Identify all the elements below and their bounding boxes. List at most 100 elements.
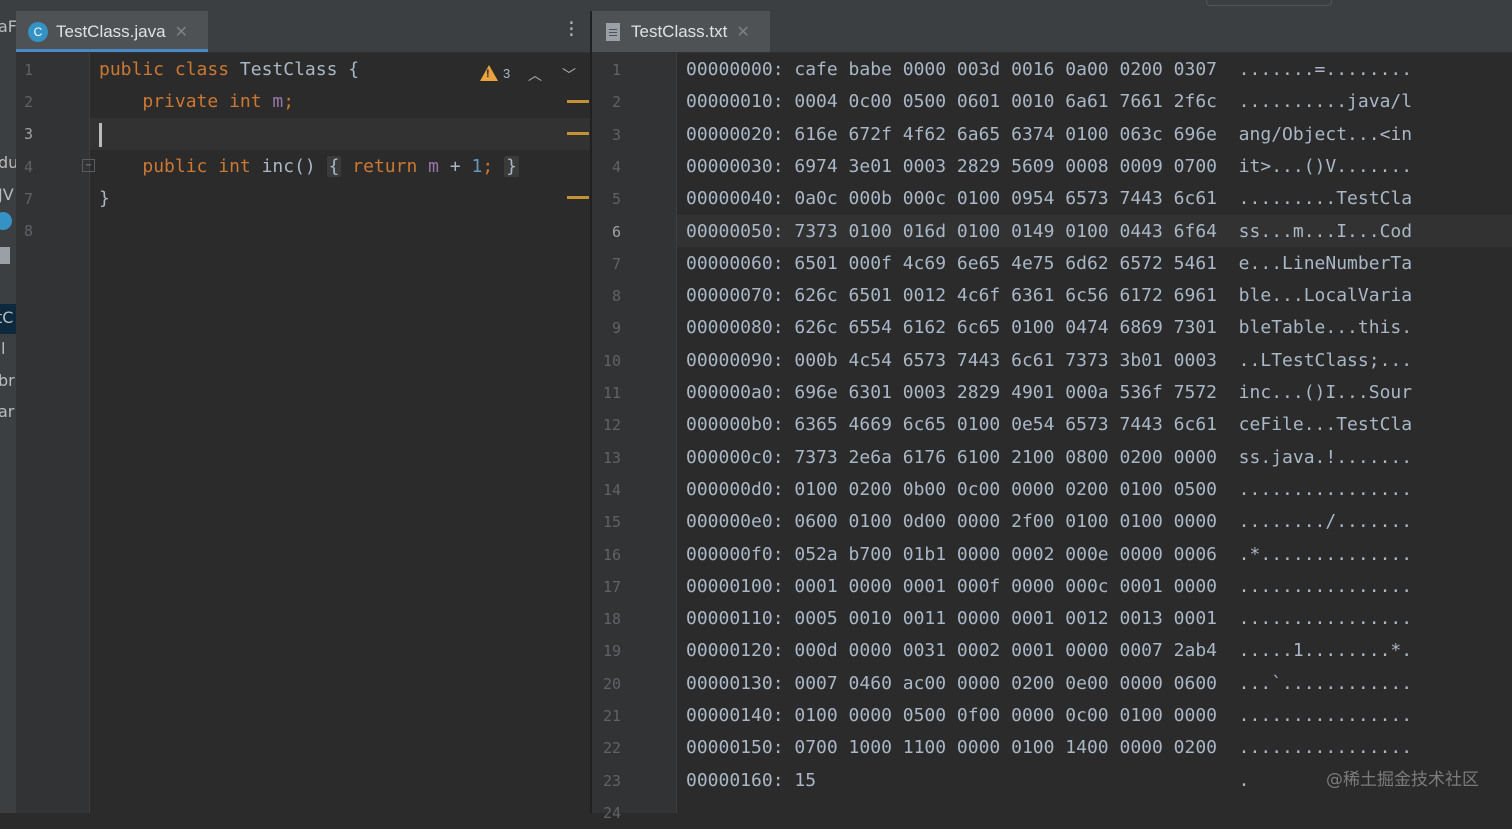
code-token: m <box>272 91 284 112</box>
line-number: 15 <box>602 513 621 532</box>
code-token: ; <box>283 91 295 112</box>
warning-stripe-marker[interactable] <box>567 100 589 103</box>
code-token: TestClass { <box>229 59 360 80</box>
code-token: int <box>218 156 251 177</box>
line-number: 17 <box>602 577 621 596</box>
hex-line: 00000080: 626c 6554 6162 6c65 0100 0474 … <box>686 317 1413 339</box>
project-panel-edge: aF du JV tC l br ar <box>0 11 16 813</box>
line-number: 23 <box>602 771 621 790</box>
left-editor-tabbar: C TestClass.java ✕ · · · <box>16 11 590 53</box>
line-number: 9 <box>611 319 621 338</box>
line-number: 7 <box>611 254 621 273</box>
line-number: 10 <box>602 351 621 370</box>
code-line: private int m; <box>99 86 294 118</box>
next-highlight-icon[interactable]: ﹀ <box>562 65 576 85</box>
line-number: 21 <box>602 707 621 725</box>
hex-line: 00000160: 15 . <box>686 769 1250 791</box>
text-caret <box>99 123 102 147</box>
line-number: 4 <box>611 157 621 176</box>
project-item-cut[interactable]: tC <box>0 308 13 327</box>
hex-line: 00000010: 0004 0c00 0500 0601 0010 6a61 … <box>686 91 1413 113</box>
line-number: 22 <box>602 739 621 758</box>
project-item-cut[interactable]: JV <box>0 185 14 204</box>
line-number: 2 <box>24 93 34 111</box>
line-number: 12 <box>602 416 621 435</box>
warning-count: 3 <box>503 65 511 81</box>
hex-line: 00000040: 0a0c 000b 000c 0100 0954 6573 … <box>686 188 1413 210</box>
tab-testclass-txt[interactable]: TestClass.txt ✕ <box>592 11 770 52</box>
hex-line: 000000d0: 0100 0200 0b00 0c00 0000 0200 … <box>686 478 1413 500</box>
current-line-highlight <box>90 118 590 150</box>
tab-label: TestClass.txt <box>631 21 728 41</box>
line-number: 7 <box>24 190 34 208</box>
warning-stripe-marker[interactable] <box>567 196 589 199</box>
java-code-editor[interactable]: public class TestClass { private int m; … <box>90 53 590 813</box>
line-number: 6 <box>611 222 621 241</box>
right-line-gutter: 1 2 3 4 5 6 7 8 9 10 11 12 13 14 15 16 17 18 19 20 21 22 23 24 <box>592 53 677 822</box>
hex-line: 00000100: 0001 0000 0001 000f 0000 000c … <box>686 575 1413 597</box>
line-number: 4 <box>24 158 34 176</box>
java-class-icon <box>0 212 12 230</box>
code-token: ; <box>482 156 494 177</box>
code-token: inc() <box>250 156 327 177</box>
line-number: 1 <box>611 61 621 79</box>
hex-line: 000000b0: 6365 4669 6c65 0100 0e54 6573 … <box>686 414 1413 436</box>
hex-line: 00000140: 0100 0000 0500 0f00 0000 0c00 … <box>686 705 1413 726</box>
right-editor-tabbar: TestClass.txt ✕ <box>592 11 1512 53</box>
hex-line: 00000070: 626c 6501 0012 4c6f 6361 6c56 … <box>686 285 1413 307</box>
warning-stripe-marker[interactable] <box>567 132 589 135</box>
hex-line: 000000e0: 0600 0100 0d00 0000 2f00 0100 … <box>686 511 1413 533</box>
inspection-widget[interactable]: ! 3 <box>480 65 510 81</box>
hex-line: 00000000: cafe babe 0000 003d 0016 0a00 … <box>686 59 1413 80</box>
hex-line: 00000130: 0007 0460 ac00 0000 0200 0e00 … <box>686 672 1413 694</box>
code-line: public class TestClass { <box>99 54 359 86</box>
watermark: @稀土掘金技术社区 <box>1326 770 1479 790</box>
previous-highlight-icon[interactable]: ︿ <box>528 65 542 85</box>
hex-line: 00000090: 000b 4c54 6573 7443 6c61 7373 … <box>686 349 1413 371</box>
project-item-cut[interactable]: du <box>0 153 16 172</box>
project-item-cut[interactable]: aF <box>0 17 16 36</box>
toolbar-button-edge[interactable] <box>1206 0 1332 6</box>
hex-line: 000000c0: 7373 2e6a 6176 6100 2100 0800 … <box>686 446 1413 468</box>
line-number: 8 <box>611 287 621 306</box>
hex-line: 00000020: 616e 672f 4f62 6a65 6374 0100 … <box>686 123 1413 145</box>
project-item-cut[interactable]: l <box>1 339 5 358</box>
tab-testclass-java[interactable]: C TestClass.java ✕ <box>16 11 208 52</box>
line-number: 20 <box>602 674 621 693</box>
code-token: } <box>504 156 519 177</box>
hex-line: 00000030: 6974 3e01 0003 2829 5609 0008 … <box>686 155 1413 177</box>
code-token: return <box>352 156 418 177</box>
more-options-icon[interactable]: · · · <box>566 15 577 45</box>
line-number: 2 <box>611 93 621 112</box>
code-token: int <box>229 91 262 112</box>
project-item-cut[interactable]: br <box>0 371 15 390</box>
close-icon[interactable]: ✕ <box>175 22 188 42</box>
hex-line: 00000050: 7373 0100 016d 0100 0149 0100 … <box>686 220 1413 242</box>
project-item-cut[interactable]: ar <box>0 402 14 421</box>
code-token: public <box>142 156 208 177</box>
code-token: } <box>99 188 110 209</box>
code-token: private <box>142 91 219 112</box>
hex-dump-editor[interactable]: 00000000: cafe babe 0000 003d 0016 0a00 … <box>677 53 1512 813</box>
code-token: 1 <box>471 156 483 177</box>
line-number: 16 <box>602 545 621 564</box>
line-number: 3 <box>24 125 34 143</box>
close-icon[interactable]: ✕ <box>736 22 749 42</box>
hex-line: 00000150: 0700 1000 1100 0000 0100 1400 … <box>686 737 1413 759</box>
tab-label: TestClass.java <box>56 21 166 41</box>
line-number: 1 <box>24 61 34 79</box>
text-file-icon <box>0 247 10 264</box>
line-number: 18 <box>602 610 621 629</box>
java-class-icon: C <box>28 21 48 42</box>
code-token: { <box>326 156 342 177</box>
hex-line: 000000a0: 696e 6301 0003 2829 4901 000a … <box>686 382 1413 403</box>
